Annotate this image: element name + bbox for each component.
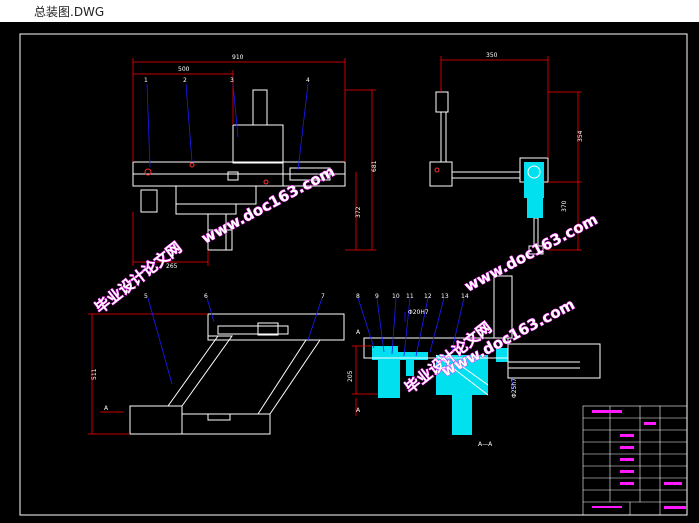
title-bar: 总装图.DWG	[0, 0, 699, 23]
part-1: 1	[144, 77, 148, 84]
side-view-section	[524, 162, 544, 218]
part-14: 14	[461, 293, 469, 300]
part-6: 6	[204, 293, 208, 300]
part-8: 8	[356, 293, 360, 300]
watermark-site-3: www.doc163.com	[461, 210, 600, 295]
front-view-leaders	[146, 83, 309, 171]
part-12: 12	[424, 293, 432, 300]
section-mark-a3: A	[356, 329, 361, 336]
cad-drawing-canvas[interactable]: 910 500 681 372 265 1 2 3 4 350 354 370	[0, 22, 699, 523]
watermark-site-1: www.doc163.com	[198, 162, 337, 247]
plan-view-dimensions	[88, 313, 208, 435]
section-label: A—A	[478, 441, 493, 448]
dim-plan-height: 511	[91, 368, 98, 380]
part-9: 9	[375, 293, 379, 300]
part-5: 5	[144, 293, 148, 300]
title-block	[582, 405, 688, 516]
title-block-marks	[592, 410, 686, 509]
drawing-border	[19, 33, 688, 516]
part-4: 4	[306, 77, 310, 84]
part-7: 7	[321, 293, 325, 300]
section-mark-a2: A	[356, 407, 361, 414]
window-title: 总装图.DWG	[34, 5, 105, 19]
part-2: 2	[183, 77, 187, 84]
part-13: 13	[441, 293, 449, 300]
part-10: 10	[392, 293, 400, 300]
dim-side-upper: 354	[577, 130, 584, 142]
dim-section-height: 205	[347, 370, 354, 382]
dim-front-width: 910	[232, 54, 244, 61]
side-view-dimensions	[440, 56, 582, 251]
dim-hole-side: Φ25h7	[511, 378, 518, 398]
plan-view	[129, 313, 345, 435]
part-11: 11	[406, 293, 414, 300]
dim-front-inner: 500	[178, 66, 190, 73]
dim-front-lower: 372	[355, 206, 362, 218]
drawing-svg: 910 500 681 372 265 1 2 3 4 350 354 370	[19, 33, 688, 516]
dim-hole-top: Φ20H7	[408, 309, 429, 316]
part-3: 3	[230, 77, 234, 84]
section-mark-a: A	[104, 405, 109, 412]
watermark-site-2: 毕业设计论文网	[91, 238, 185, 317]
dim-front-height: 681	[371, 160, 378, 172]
dim-side-lower: 370	[561, 200, 568, 212]
plan-view-leaders	[147, 297, 323, 385]
dim-side-width: 350	[486, 52, 498, 59]
